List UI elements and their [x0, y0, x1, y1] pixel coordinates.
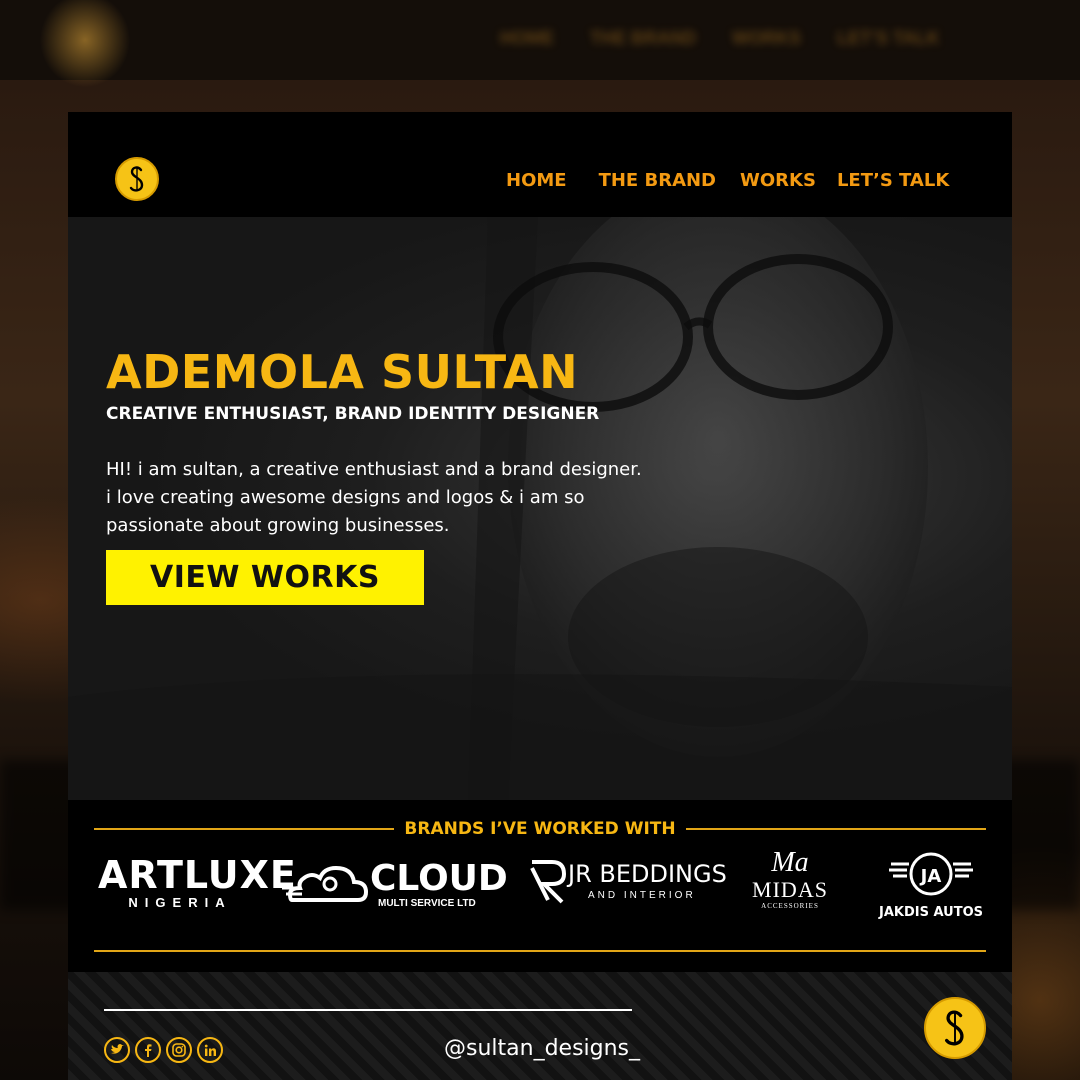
brand-logo-jakdis-autos: JA JAKDIS AUTOS [876, 850, 986, 920]
twitter-icon[interactable] [104, 1037, 130, 1063]
brand-logo-artluxe: ARTLUXE NIGERIA [98, 853, 297, 910]
brands-section: BRANDS I’VE WORKED WITH ARTLUXE NIGERIA … [68, 800, 1012, 972]
brands-title: BRANDS I’VE WORKED WITH [404, 819, 676, 839]
brands-header: BRANDS I’VE WORKED WITH [94, 817, 986, 841]
footer-brand-logo-icon[interactable] [924, 997, 986, 1059]
brand-logo-icon[interactable] [115, 157, 159, 201]
nav-the-brand-link[interactable]: THE BRAND [599, 170, 716, 191]
main-nav: HOME THE BRAND WORKS LET’S TALK [506, 170, 949, 191]
brand-logo-midas: Ma MIDAS ACCESSORIES [752, 847, 828, 911]
hero-section: ADEMOLA SULTAN CREATIVE ENTHUSIAST, BRAN… [68, 217, 1012, 800]
linkedin-icon[interactable] [197, 1037, 223, 1063]
view-works-button[interactable]: VIEW WORKS [106, 550, 424, 605]
jr-monogram-icon [530, 860, 567, 904]
divider [685, 828, 986, 830]
hero-name-heading: ADEMOLA SULTAN [106, 345, 579, 399]
divider [94, 950, 986, 952]
svg-text:JA: JA [919, 866, 942, 887]
hero-bio: HI! i am sultan, a creative enthusiast a… [106, 459, 642, 536]
nav-lets-talk-link[interactable]: LET’S TALK [837, 170, 949, 191]
cloud-icon [282, 865, 368, 902]
divider [94, 828, 395, 830]
top-navigation-bar: HOME THE BRAND WORKS LET’S TALK [68, 112, 1012, 217]
instagram-icon[interactable] [166, 1037, 192, 1063]
nav-works-link[interactable]: WORKS [740, 170, 816, 191]
facebook-icon[interactable] [135, 1037, 161, 1063]
blurred-background-nav: HOME THE BRAND WORKS LET’S TALK [500, 28, 940, 48]
footer: @sultan_designs_ [68, 972, 1012, 1080]
hero-tagline: CREATIVE ENTHUSIAST, BRAND IDENTITY DESI… [106, 404, 600, 424]
jakdis-emblem-icon: JA [889, 852, 973, 896]
divider [104, 1009, 632, 1011]
website-mockup: HOME THE BRAND WORKS LET’S TALK ADEMOLA … [68, 112, 1012, 1080]
social-handle[interactable]: @sultan_designs_ [444, 1036, 640, 1061]
nav-home-link[interactable]: HOME [506, 170, 567, 191]
social-links [104, 1037, 223, 1063]
